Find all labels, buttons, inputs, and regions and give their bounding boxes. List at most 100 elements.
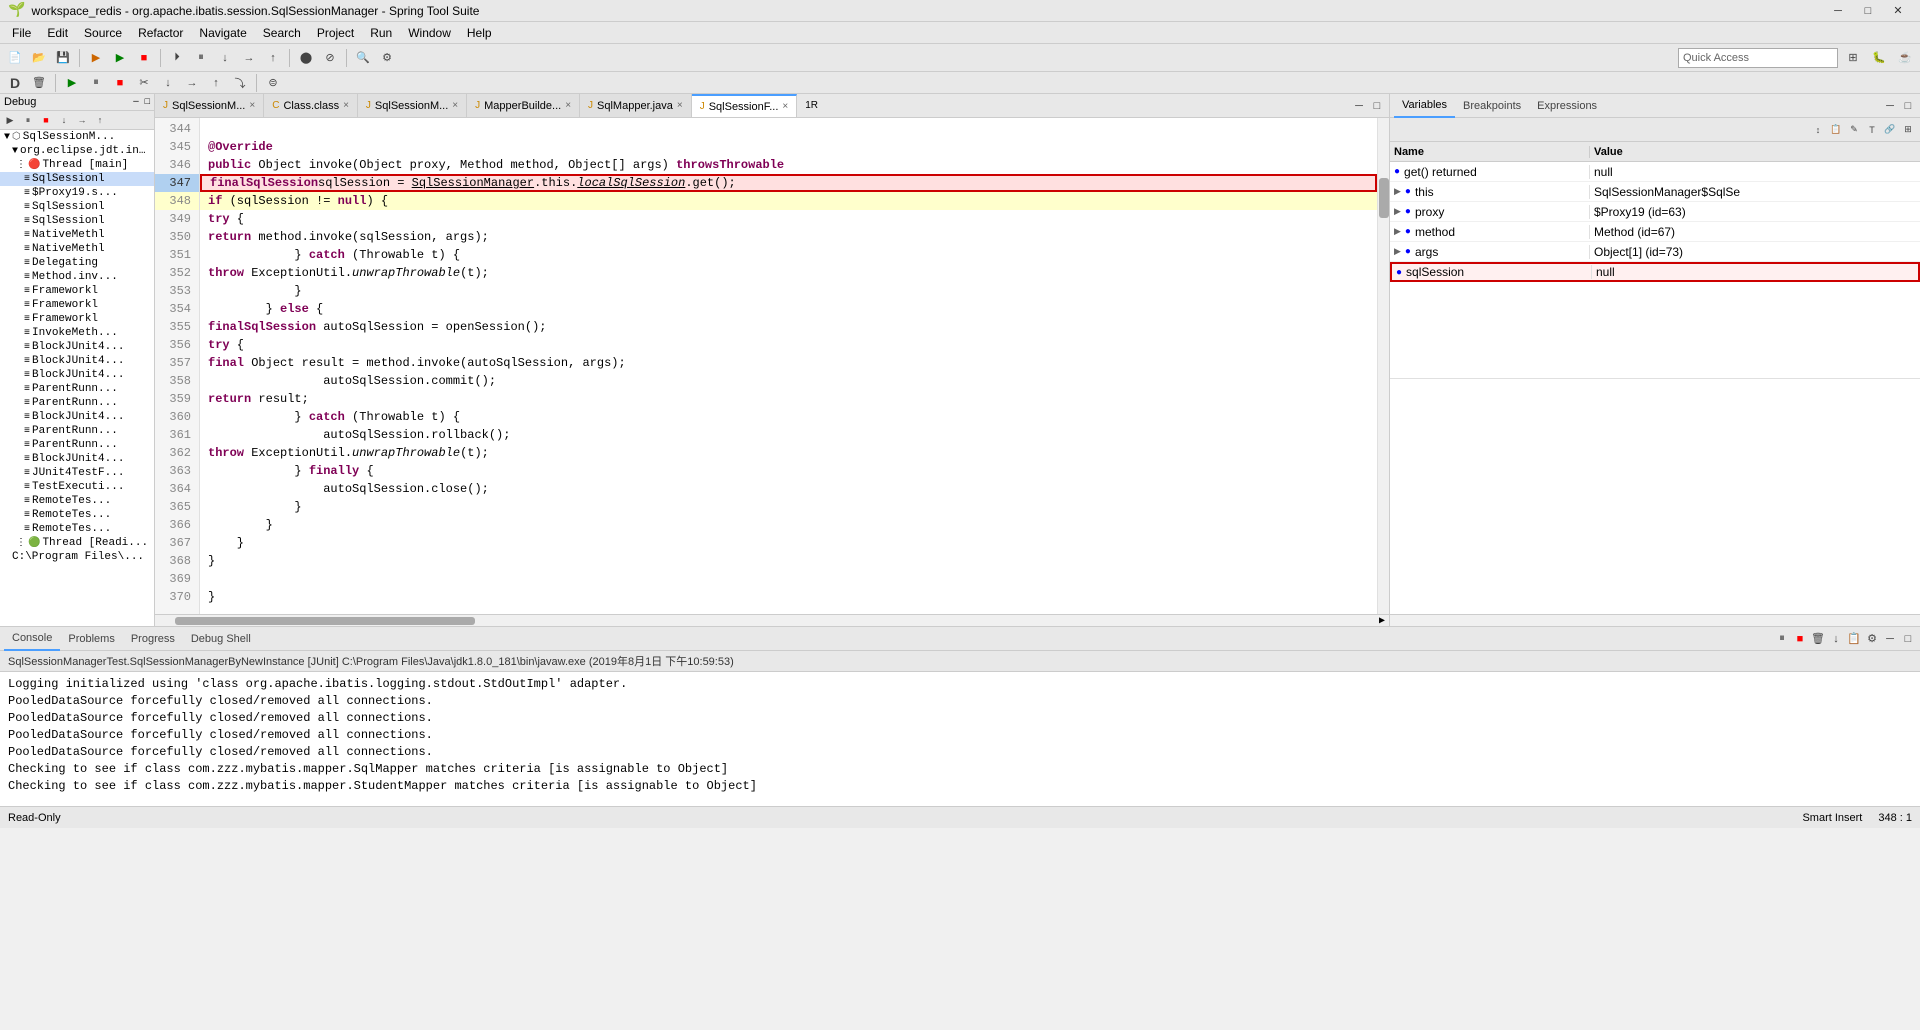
var-row-get-returned[interactable]: ● get() returned null [1390, 162, 1920, 182]
tb2-disconnect[interactable]: ✂ [133, 72, 155, 94]
tb2-suspend[interactable]: ⏸ [85, 72, 107, 94]
var-tb-collapse[interactable]: ↕ [1810, 122, 1826, 138]
new-button[interactable]: 📄 [4, 47, 26, 69]
console-properties[interactable]: ⚙ [1864, 631, 1880, 647]
variables-hscrollbar[interactable] [1390, 614, 1920, 626]
menu-project[interactable]: Project [309, 24, 362, 42]
sidebar-tb-stepover[interactable]: → [74, 112, 90, 128]
step-into-button[interactable]: ↓ [214, 47, 236, 69]
sidebar-item-framework-3[interactable]: ≡ Frameworkl [0, 312, 154, 326]
var-tb-show-logical[interactable]: 🔗 [1882, 122, 1898, 138]
minimize-button[interactable]: ─ [1824, 2, 1852, 20]
sidebar-tb-resume[interactable]: ▶ [2, 112, 18, 128]
var-row-sqlsession[interactable]: ● sqlSession null [1390, 262, 1920, 282]
menu-search[interactable]: Search [255, 24, 309, 42]
sidebar-tb-stop[interactable]: ■ [38, 112, 54, 128]
tab-progress[interactable]: Progress [123, 627, 183, 651]
sidebar-item-sqlsessionl-3[interactable]: ≡ SqlSessionl [0, 214, 154, 228]
run-button[interactable]: ▶ [109, 47, 131, 69]
tab-close-icon[interactable]: × [452, 100, 458, 111]
tb2-step-into[interactable]: ↓ [157, 72, 179, 94]
console-scroll-end[interactable]: ↓ [1828, 631, 1844, 647]
resume-button[interactable]: ⏵ [166, 47, 188, 69]
search-button[interactable]: 🔍 [352, 47, 374, 69]
editor-hscrollbar[interactable]: ▶ [155, 614, 1389, 626]
toggle-breakpoint-button[interactable]: ⬤ [295, 47, 317, 69]
sidebar-item-blockjunit-5[interactable]: ≡ BlockJUnit4... [0, 452, 154, 466]
sidebar-item-eclipse[interactable]: ▼ org.eclipse.jdt.in... [0, 144, 154, 158]
menu-file[interactable]: File [4, 24, 39, 42]
tab-expressions[interactable]: Expressions [1529, 94, 1605, 118]
editor-collapse-button[interactable]: ─ [1351, 98, 1367, 114]
settings-button[interactable]: ⚙ [376, 47, 398, 69]
tab-close-icon[interactable]: × [677, 100, 683, 111]
tb2-step-over[interactable]: → [181, 72, 203, 94]
tb2-collapse-all[interactable]: D [4, 72, 26, 94]
tb2-resume[interactable]: ▶ [61, 72, 83, 94]
menu-help[interactable]: Help [459, 24, 500, 42]
menu-navigate[interactable]: Navigate [191, 24, 254, 42]
tb2-drop-to-frame[interactable]: ⤵ [229, 72, 251, 94]
java-perspective-button[interactable]: ☕ [1894, 47, 1916, 69]
sidebar-item-parentrunn-3[interactable]: ≡ ParentRunn... [0, 424, 154, 438]
expand-icon[interactable]: ▶ [1394, 246, 1401, 257]
console-copy[interactable]: 📋 [1846, 631, 1862, 647]
tab-console[interactable]: Console [4, 627, 60, 651]
maximize-button[interactable]: □ [1854, 2, 1882, 20]
sidebar-item-remotetes-3[interactable]: ≡ RemoteTes... [0, 522, 154, 536]
sidebar-item-blockjunit-4[interactable]: ≡ BlockJUnit4... [0, 410, 154, 424]
editor-tab-sqlsessionf[interactable]: J SqlSessionF... × [692, 94, 798, 118]
var-tb-copy[interactable]: 📋 [1828, 122, 1844, 138]
menu-refactor[interactable]: Refactor [130, 24, 191, 42]
var-tb-layout[interactable]: ⊞ [1900, 122, 1916, 138]
sidebar-item-parentrunn-4[interactable]: ≡ ParentRunn... [0, 438, 154, 452]
var-row-args[interactable]: ▶ ● args Object[1] (id=73) [1390, 242, 1920, 262]
console-clear[interactable]: 🗑 [1810, 631, 1826, 647]
sidebar-item-invokemeth[interactable]: ≡ InvokeMeth... [0, 326, 154, 340]
editor-tab-class[interactable]: C Class.class × [264, 94, 358, 118]
console-stop[interactable]: ■ [1792, 631, 1808, 647]
var-tb-show-types[interactable]: T [1864, 122, 1880, 138]
sidebar-tb-suspend[interactable]: ⏸ [20, 112, 36, 128]
skip-all-breakpoints-button[interactable]: ⊘ [319, 47, 341, 69]
save-button[interactable]: 💾 [52, 47, 74, 69]
sidebar-item-thread-read[interactable]: ⋮ 🟢 Thread [Readi... [0, 536, 154, 550]
expand-icon[interactable]: ▶ [1394, 206, 1401, 217]
tab-breakpoints[interactable]: Breakpoints [1455, 94, 1529, 118]
sidebar-item-thread-main[interactable]: ⋮ 🔴 Thread [main] [0, 158, 154, 172]
sidebar-item-blockjunit-3[interactable]: ≡ BlockJUnit4... [0, 368, 154, 382]
console-maximize[interactable]: □ [1900, 631, 1916, 647]
code-text[interactable]: @Override public Object invoke(Object pr… [200, 118, 1377, 614]
debug-button[interactable]: ▶ [85, 47, 107, 69]
tb2-remove-all[interactable]: 🗑 [28, 72, 50, 94]
suspend-button[interactable]: ⏸ [190, 47, 212, 69]
tb2-stop[interactable]: ■ [109, 72, 131, 94]
sidebar-item-framework-2[interactable]: ≡ Frameworkl [0, 298, 154, 312]
expand-icon[interactable]: ▶ [1394, 226, 1401, 237]
tb2-use-step-filters[interactable]: ⊜ [262, 72, 284, 94]
editor-scrollbar[interactable] [1377, 118, 1389, 614]
sidebar-item-proxy19[interactable]: ≡ $Proxy19.s... [0, 186, 154, 200]
menu-edit[interactable]: Edit [39, 24, 76, 42]
sidebar-item-sqlsessionl-2[interactable]: ≡ SqlSessionl [0, 200, 154, 214]
menu-window[interactable]: Window [400, 24, 459, 42]
sidebar-item-blockjunit-2[interactable]: ≡ BlockJUnit4... [0, 354, 154, 368]
hscrollbar-thumb[interactable] [175, 617, 475, 625]
editor-maximize-button[interactable]: □ [1369, 98, 1385, 114]
expand-icon[interactable]: ▶ [1394, 186, 1401, 197]
scroll-right-arrow[interactable]: ▶ [1379, 615, 1385, 627]
sidebar-item-nativemeth-1[interactable]: ≡ NativeMethl [0, 228, 154, 242]
tab-close-icon[interactable]: × [565, 100, 571, 111]
sidebar-item-nativemeth-2[interactable]: ≡ NativeMethl [0, 242, 154, 256]
quick-access-box[interactable]: Quick Access [1678, 48, 1838, 68]
console-collapse[interactable]: ─ [1882, 631, 1898, 647]
editor-tab-mapperbuilder[interactable]: J MapperBuilde... × [467, 94, 580, 118]
editor-tab-sqlmapper[interactable]: J SqlMapper.java × [580, 94, 692, 118]
var-row-this[interactable]: ▶ ● this SqlSessionManager$SqlSe [1390, 182, 1920, 202]
sidebar-item-testexecuti[interactable]: ≡ TestExecuti... [0, 480, 154, 494]
sidebar-tb-stepinto[interactable]: ↓ [56, 112, 72, 128]
var-row-proxy[interactable]: ▶ ● proxy $Proxy19 (id=63) [1390, 202, 1920, 222]
tab-variables[interactable]: Variables [1394, 94, 1455, 118]
menu-run[interactable]: Run [362, 24, 400, 42]
sidebar-item-sqlsessionl-1[interactable]: ≡ SqlSessionl [0, 172, 154, 186]
